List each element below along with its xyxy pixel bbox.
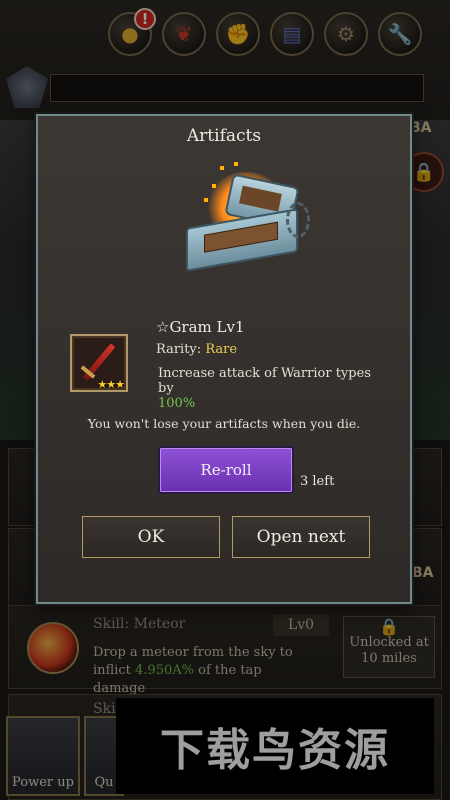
rarity-value: Rare	[205, 342, 238, 357]
reroll-button[interactable]: Re-roll	[158, 446, 294, 494]
spark	[220, 166, 224, 170]
spark	[212, 184, 216, 188]
artifact-description: Increase attack of Warrior types by 100%	[158, 366, 388, 411]
artifact-name: ☆Gram Lv1	[156, 318, 245, 336]
artifact-rarity: Rarity: Rare	[156, 342, 237, 357]
chest-body	[186, 208, 298, 272]
artifact-desc-value: 100%	[158, 396, 196, 411]
spark	[234, 162, 238, 166]
rarity-label: Rarity:	[156, 342, 202, 357]
open-next-button[interactable]: Open next	[232, 516, 370, 558]
sword-icon	[82, 343, 116, 381]
reroll-remaining: 3 left	[300, 474, 335, 489]
rarity-stars: ★★★	[97, 378, 125, 391]
artifacts-dialog: Artifacts ★★★ ☆Gram Lv1 Rarity: Rare Inc…	[36, 114, 412, 604]
ok-button[interactable]: OK	[82, 516, 220, 558]
treasure-chest-icon	[176, 162, 310, 272]
dialog-title: Artifacts	[186, 126, 262, 146]
chest-gear	[286, 202, 310, 238]
artifact-icon[interactable]: ★★★	[70, 334, 128, 392]
artifact-desc-text: Increase attack of Warrior types by	[158, 366, 371, 396]
spark	[204, 198, 208, 202]
artifact-note: You won't lose your artifacts when you d…	[87, 416, 361, 431]
